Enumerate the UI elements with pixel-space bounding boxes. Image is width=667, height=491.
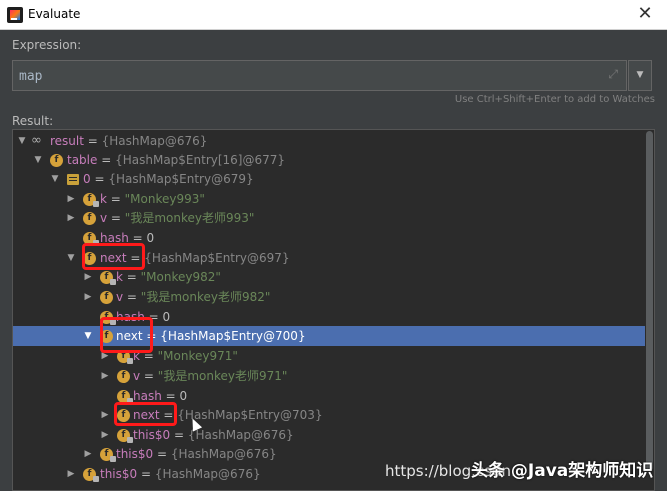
final-field-icon: f — [83, 193, 99, 207]
final-field-icon: f — [83, 468, 99, 482]
expand-toggle-icon[interactable]: ▶ — [82, 444, 94, 464]
window-title: Evaluate — [28, 7, 81, 21]
scrollbar-thumb[interactable] — [646, 131, 653, 471]
node-value: "Monkey993" — [124, 192, 205, 206]
expression-input[interactable]: map ⤢ — [12, 60, 627, 91]
tree-row-table[interactable]: ▼ f table = {HashMap$Entry[16]@677} — [13, 150, 653, 170]
expand-toggle-icon[interactable]: ▶ — [65, 208, 77, 228]
node-name: this$0 — [100, 467, 138, 481]
tree-row-v[interactable]: ▶ f v = "我是monkey老师971" — [13, 366, 653, 386]
expression-label: Expression: — [12, 38, 82, 52]
node-name: k — [100, 192, 107, 206]
collapse-toggle-icon[interactable]: ▼ — [32, 150, 44, 170]
collapse-toggle-icon[interactable]: ▼ — [65, 248, 77, 268]
history-dropdown-button[interactable]: ▼ — [628, 60, 652, 91]
final-field-icon: f — [100, 271, 116, 285]
expand-toggle-icon[interactable]: ▶ — [65, 464, 77, 484]
expand-toggle-icon[interactable]: ▶ — [65, 189, 77, 209]
field-icon: f — [100, 291, 113, 304]
node-value: 0 — [146, 231, 155, 245]
node-value: {HashMap@676} — [170, 447, 277, 461]
highlight-box — [114, 402, 177, 426]
node-value: "我是monkey老师982" — [140, 290, 271, 304]
node-name: 0 — [83, 172, 91, 186]
node-value: {HashMap$Entry@697} — [144, 251, 290, 265]
expand-toggle-icon[interactable]: ▶ — [99, 366, 111, 386]
final-field-icon: f — [117, 429, 133, 443]
node-name: hash — [133, 389, 162, 403]
watch-glasses-icon: ∞ — [31, 133, 42, 148]
tree-row-k[interactable]: ▶ f k = "Monkey982" — [13, 267, 653, 287]
collapse-toggle-icon[interactable]: ▼ — [82, 326, 94, 346]
node-value: {HashMap@676} — [101, 134, 208, 148]
node-value: {HashMap@676} — [154, 467, 261, 481]
tree-row-v[interactable]: ▶ f v = "我是monkey老师982" — [13, 287, 653, 307]
vertical-scrollbar[interactable] — [645, 131, 654, 486]
node-value: 0 — [162, 310, 171, 324]
node-name: k — [116, 270, 123, 284]
array-element-icon — [67, 174, 79, 185]
tree-row-hash[interactable]: f hash = 0 — [13, 386, 653, 406]
watermark-brand: 头条 @Java架构师知识 — [471, 461, 654, 481]
expand-icon[interactable]: ⤢ — [608, 67, 618, 82]
field-icon: f — [83, 212, 96, 225]
expand-toggle-icon[interactable]: ▶ — [99, 425, 111, 445]
node-name: table — [67, 153, 98, 167]
node-value: "我是monkey老师993" — [124, 211, 255, 225]
node-name: this$0 — [133, 428, 171, 442]
node-value: "Monkey982" — [140, 270, 221, 284]
node-value: {HashMap$Entry@700} — [160, 329, 306, 343]
result-label: Result: — [12, 114, 54, 128]
collapse-toggle-icon[interactable]: ▼ — [49, 169, 61, 189]
field-icon: f — [117, 370, 130, 383]
highlight-box — [82, 243, 145, 270]
result-tree[interactable]: ▼ ∞ result = {HashMap@676} ▼ f table = {… — [12, 129, 655, 491]
tree-row-this0[interactable]: ▶ f this$0 = {HashMap@676} — [13, 425, 653, 445]
collapse-toggle-icon[interactable]: ▼ — [16, 131, 28, 151]
intellij-app-icon — [7, 7, 23, 23]
tree-row-index-0[interactable]: ▼ 0 = {HashMap$Entry@679} — [13, 169, 653, 189]
node-value: {HashMap$Entry@679} — [108, 172, 254, 186]
title-bar: Evaluate ✕ — [0, 0, 667, 30]
tree-row-result[interactable]: ▼ ∞ result = {HashMap@676} — [13, 131, 653, 151]
tree-row-v[interactable]: ▶ f v = "我是monkey老师993" — [13, 208, 653, 228]
expand-toggle-icon[interactable]: ▶ — [82, 267, 94, 287]
watches-hint: Use Ctrl+Shift+Enter to add to Watches — [454, 94, 655, 105]
node-name: this$0 — [116, 447, 154, 461]
node-value: {HashMap@676} — [187, 428, 294, 442]
close-icon[interactable]: ✕ — [633, 3, 657, 27]
highlight-box — [100, 317, 153, 353]
node-value: 0 — [179, 389, 188, 403]
tree-row-k[interactable]: ▶ f k = "Monkey993" — [13, 189, 653, 209]
node-value: "我是monkey老师971" — [157, 369, 288, 383]
node-name: result — [50, 134, 84, 148]
node-value: {HashMap$Entry[16]@677} — [115, 153, 286, 167]
final-field-icon: f — [100, 448, 116, 462]
field-icon: f — [50, 154, 63, 167]
expression-value: map — [19, 69, 43, 84]
watermark: https://blog.csdn. 头条 @Java架构师知识 — [385, 456, 667, 486]
expand-toggle-icon[interactable]: ▶ — [82, 287, 94, 307]
tree-row-next[interactable]: ▶ f next = {HashMap$Entry@703} — [13, 405, 653, 425]
expand-toggle-icon[interactable]: ▶ — [99, 405, 111, 425]
node-value: "Monkey971" — [157, 349, 238, 363]
